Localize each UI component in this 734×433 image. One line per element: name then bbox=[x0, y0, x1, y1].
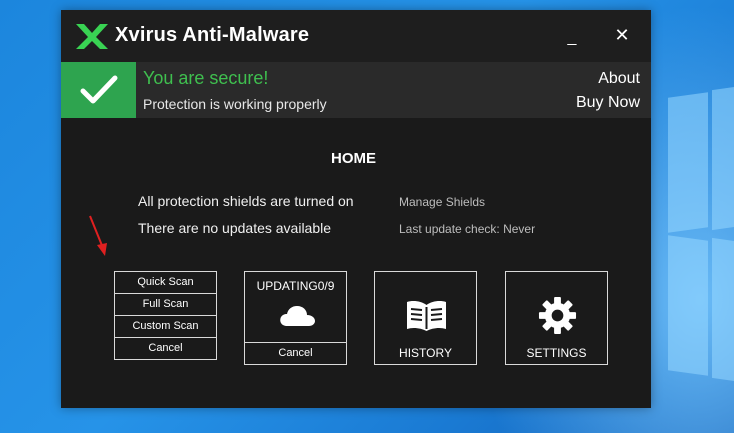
wallpaper-pane bbox=[668, 235, 708, 376]
wallpaper-pane bbox=[712, 85, 734, 231]
manage-shields-link[interactable]: Manage Shields bbox=[399, 195, 485, 209]
about-link[interactable]: About bbox=[598, 70, 640, 88]
book-icon bbox=[407, 301, 446, 331]
update-cancel-button[interactable]: Cancel bbox=[244, 342, 347, 365]
scan-menu: Quick Scan Full Scan Custom Scan Cancel bbox=[114, 271, 217, 360]
settings-tile[interactable]: SETTINGS bbox=[505, 271, 608, 365]
checkmark-icon bbox=[80, 75, 118, 104]
page-title: HOME bbox=[331, 150, 376, 167]
status-indicator bbox=[61, 62, 136, 118]
scan-cancel-button[interactable]: Cancel bbox=[114, 337, 217, 360]
title-bar[interactable]: Xvirus Anti-Malware _ ✕ bbox=[61, 10, 651, 62]
cloud-icon bbox=[280, 306, 315, 326]
home-panel: HOME All protection shields are turned o… bbox=[61, 118, 651, 408]
last-update-text: Last update check: Never bbox=[399, 222, 536, 236]
custom-scan-button[interactable]: Custom Scan bbox=[114, 315, 217, 338]
full-scan-button[interactable]: Full Scan bbox=[114, 293, 217, 316]
gear-icon bbox=[538, 296, 577, 335]
updates-status-text: There are no updates available bbox=[138, 220, 332, 236]
close-button[interactable]: ✕ bbox=[610, 23, 634, 47]
status-title: You are secure! bbox=[143, 68, 269, 88]
status-strip: You are secure! Protection is working pr… bbox=[61, 62, 651, 118]
update-tile: UPDATING0/9 Cancel bbox=[244, 271, 347, 365]
quick-scan-button[interactable]: Quick Scan bbox=[114, 271, 217, 294]
arrow-annotation-icon bbox=[89, 215, 107, 256]
app-window: Xvirus Anti-Malware _ ✕ You are secure! … bbox=[61, 10, 651, 408]
buy-now-link[interactable]: Buy Now bbox=[576, 94, 640, 112]
history-label: HISTORY bbox=[399, 346, 452, 360]
minimize-button[interactable]: _ bbox=[560, 23, 584, 47]
update-status-label: UPDATING0/9 bbox=[256, 279, 335, 293]
update-button[interactable]: UPDATING0/9 bbox=[244, 271, 347, 343]
status-subtitle: Protection is working properly bbox=[143, 96, 327, 112]
x-logo-icon bbox=[76, 24, 108, 49]
app-title: Xvirus Anti-Malware bbox=[115, 24, 310, 46]
settings-label: SETTINGS bbox=[526, 346, 587, 360]
wallpaper-pane bbox=[712, 237, 734, 383]
history-tile[interactable]: HISTORY bbox=[374, 271, 477, 365]
shields-status-text: All protection shields are turned on bbox=[138, 193, 354, 209]
wallpaper-pane bbox=[668, 92, 708, 233]
